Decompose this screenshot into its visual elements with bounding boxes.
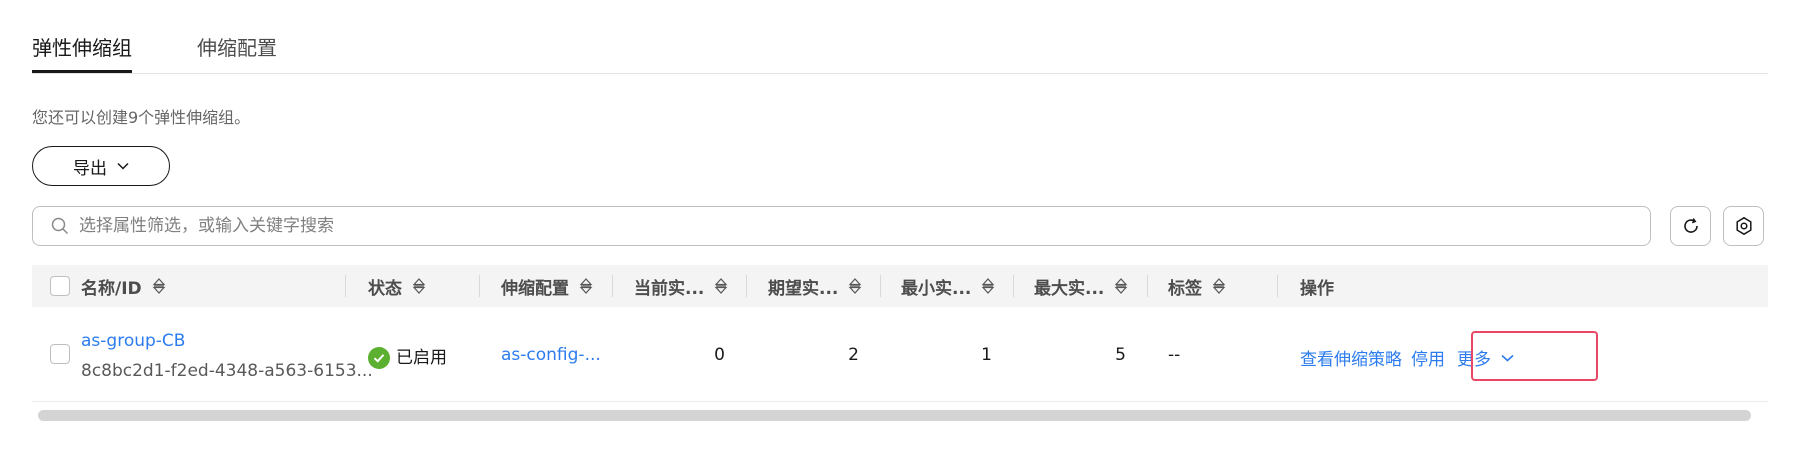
- tags-value: --: [1168, 345, 1181, 365]
- column-divider[interactable]: [345, 275, 346, 297]
- gear-icon: [1735, 216, 1752, 236]
- column-header-status: 状态: [368, 265, 426, 307]
- sort-icon[interactable]: [412, 277, 426, 295]
- sort-icon[interactable]: [981, 277, 995, 295]
- sort-icon[interactable]: [714, 277, 728, 295]
- table-header: 名称/ID 状态 伸缩配置 当前实... 期望实... 最小实... 最大实..…: [32, 265, 1768, 307]
- column-header-actions: 操作: [1300, 278, 1334, 299]
- search-input[interactable]: [77, 215, 1650, 237]
- current-instances: 0: [714, 345, 725, 365]
- settings-button[interactable]: [1723, 206, 1764, 246]
- group-name-link[interactable]: as-group-CB: [81, 331, 185, 351]
- refresh-button[interactable]: [1670, 206, 1711, 246]
- sort-icon[interactable]: [152, 277, 166, 295]
- quota-tip: 您还可以创建9个弹性伸缩组。: [32, 108, 251, 127]
- export-button[interactable]: 导出: [32, 146, 170, 186]
- column-header-min: 最小实...: [901, 265, 995, 307]
- sort-icon[interactable]: [579, 277, 593, 295]
- config-link[interactable]: as-config-...: [501, 345, 601, 365]
- horizontal-scrollbar[interactable]: [38, 410, 1751, 421]
- column-header-config: 伸缩配置: [501, 265, 593, 307]
- column-divider[interactable]: [1013, 275, 1014, 297]
- column-header-desired: 期望实...: [768, 265, 862, 307]
- check-circle-icon: [368, 347, 390, 369]
- tab-scaling-groups[interactable]: 弹性伸缩组: [32, 32, 132, 73]
- column-header-name: 名称/ID: [81, 265, 166, 307]
- status-text: 已启用: [396, 348, 447, 368]
- column-divider[interactable]: [612, 275, 613, 297]
- row-checkbox[interactable]: [50, 344, 70, 364]
- view-policy-link[interactable]: 查看伸缩策略: [1300, 345, 1402, 370]
- column-divider[interactable]: [479, 275, 480, 297]
- search-bar[interactable]: [32, 206, 1651, 246]
- column-divider[interactable]: [746, 275, 747, 297]
- export-label: 导出: [73, 158, 107, 179]
- column-divider[interactable]: [880, 275, 881, 297]
- max-instances: 5: [1115, 345, 1126, 365]
- sort-icon[interactable]: [1114, 277, 1128, 295]
- group-id: 8c8bc2d1-f2ed-4348-a563-6153...: [81, 361, 373, 381]
- disable-link[interactable]: 停用: [1411, 345, 1445, 370]
- tab-scaling-configs[interactable]: 伸缩配置: [197, 32, 277, 61]
- sort-icon[interactable]: [848, 277, 862, 295]
- status-badge: 已启用: [368, 343, 447, 369]
- column-header-tags: 标签: [1168, 265, 1226, 307]
- min-instances: 1: [981, 345, 992, 365]
- column-header-max: 最大实...: [1034, 265, 1128, 307]
- search-icon: [51, 217, 69, 235]
- desired-instances: 2: [848, 345, 859, 365]
- column-divider[interactable]: [1147, 275, 1148, 297]
- refresh-icon: [1683, 218, 1698, 233]
- highlight-box: [1471, 331, 1598, 381]
- column-header-current: 当前实...: [634, 265, 728, 307]
- chevron-down-icon: [117, 162, 129, 170]
- sort-icon[interactable]: [1212, 277, 1226, 295]
- column-divider[interactable]: [1277, 275, 1278, 297]
- tab-bar: 弹性伸缩组 伸缩配置: [32, 20, 1768, 74]
- select-all-checkbox[interactable]: [50, 276, 70, 296]
